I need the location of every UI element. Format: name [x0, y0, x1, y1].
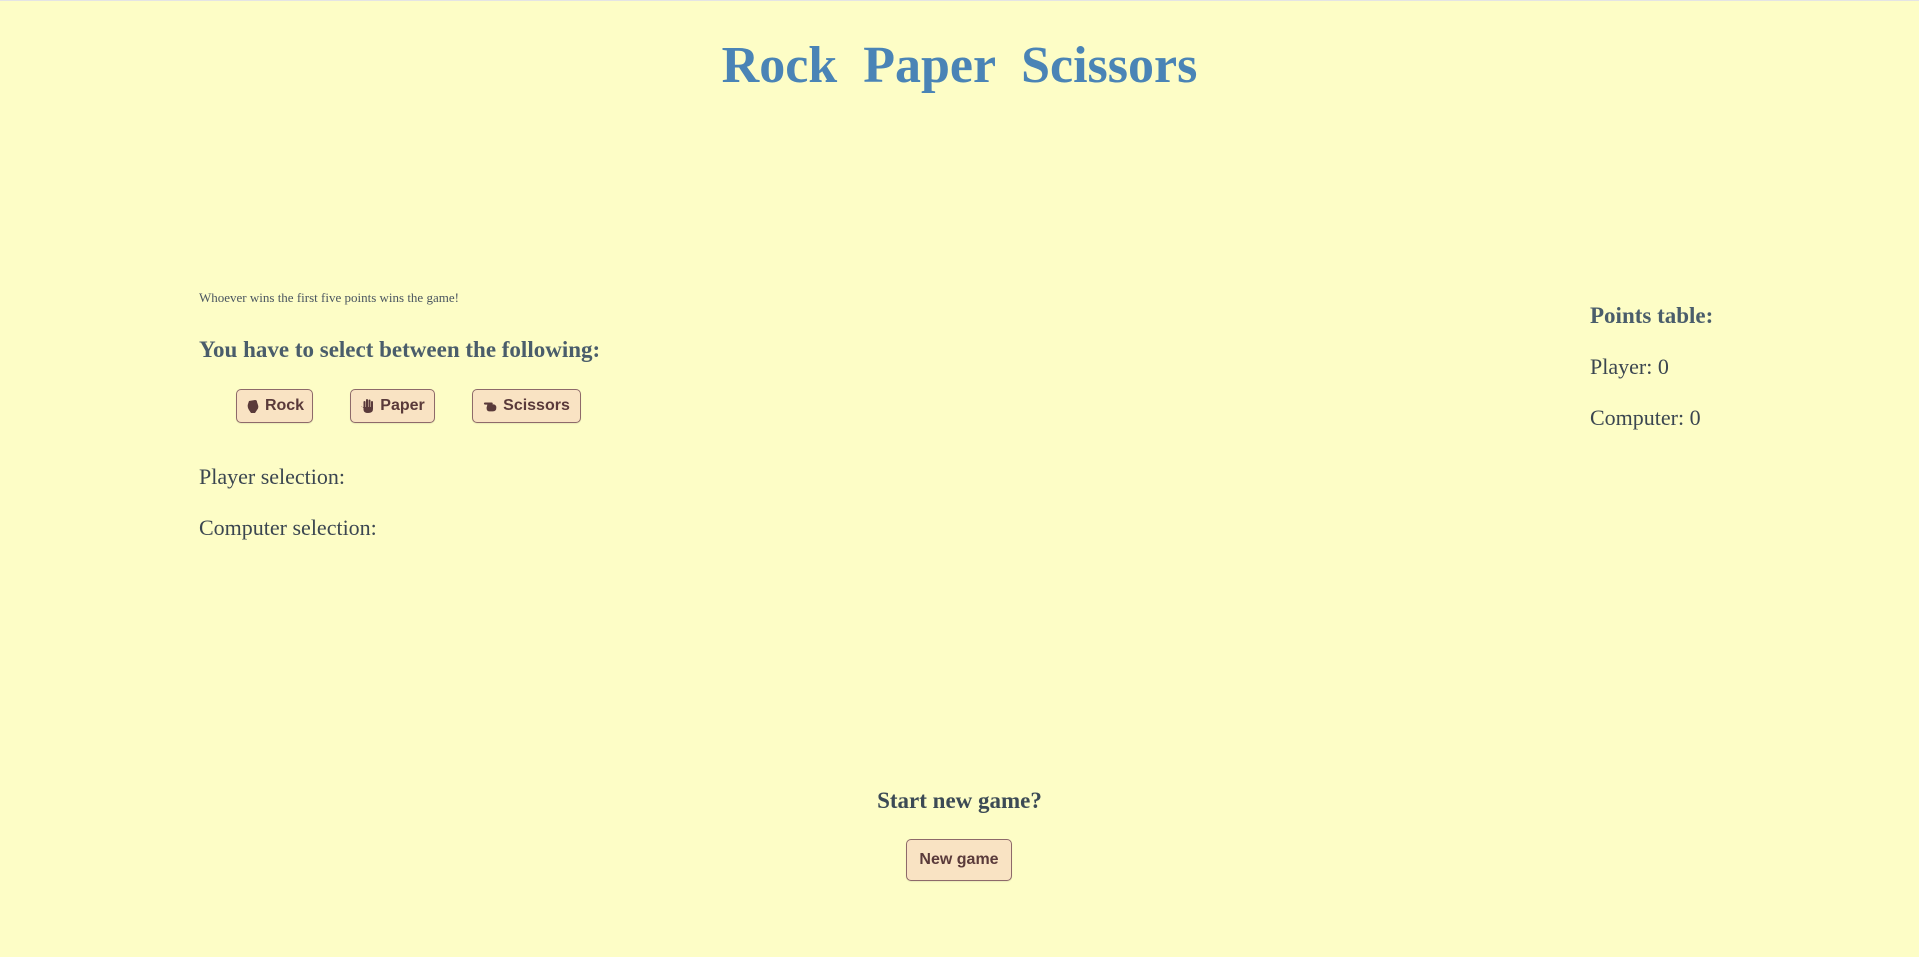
- pointing-hand-icon: [483, 398, 499, 414]
- new-game-button[interactable]: New game: [906, 839, 1012, 881]
- computer-selection: Computer selection:: [199, 515, 377, 540]
- top-divider: [0, 0, 1919, 1]
- fist-icon: [245, 398, 261, 414]
- player-score: Player: 0: [1590, 354, 1669, 379]
- paper-button[interactable]: Paper: [350, 389, 435, 423]
- rules-text: Whoever wins the first five points wins …: [199, 290, 459, 305]
- raised-hand-icon: [360, 398, 376, 414]
- rock-button-label: Rock: [264, 397, 305, 414]
- page-title: Rock Paper Scissors: [721, 37, 1198, 94]
- select-heading: You have to select between the following…: [199, 337, 601, 362]
- rock-button[interactable]: Rock: [236, 389, 313, 423]
- scissors-button[interactable]: Scissors: [472, 389, 581, 423]
- new-game-heading: Start new game?: [877, 788, 1042, 813]
- paper-button-label: Paper: [380, 397, 425, 414]
- computer-score: Computer: 0: [1590, 405, 1701, 430]
- player-selection: Player selection:: [199, 464, 346, 489]
- points-table-title: Points table:: [1590, 303, 1714, 328]
- scissors-button-label: Scissors: [503, 397, 570, 414]
